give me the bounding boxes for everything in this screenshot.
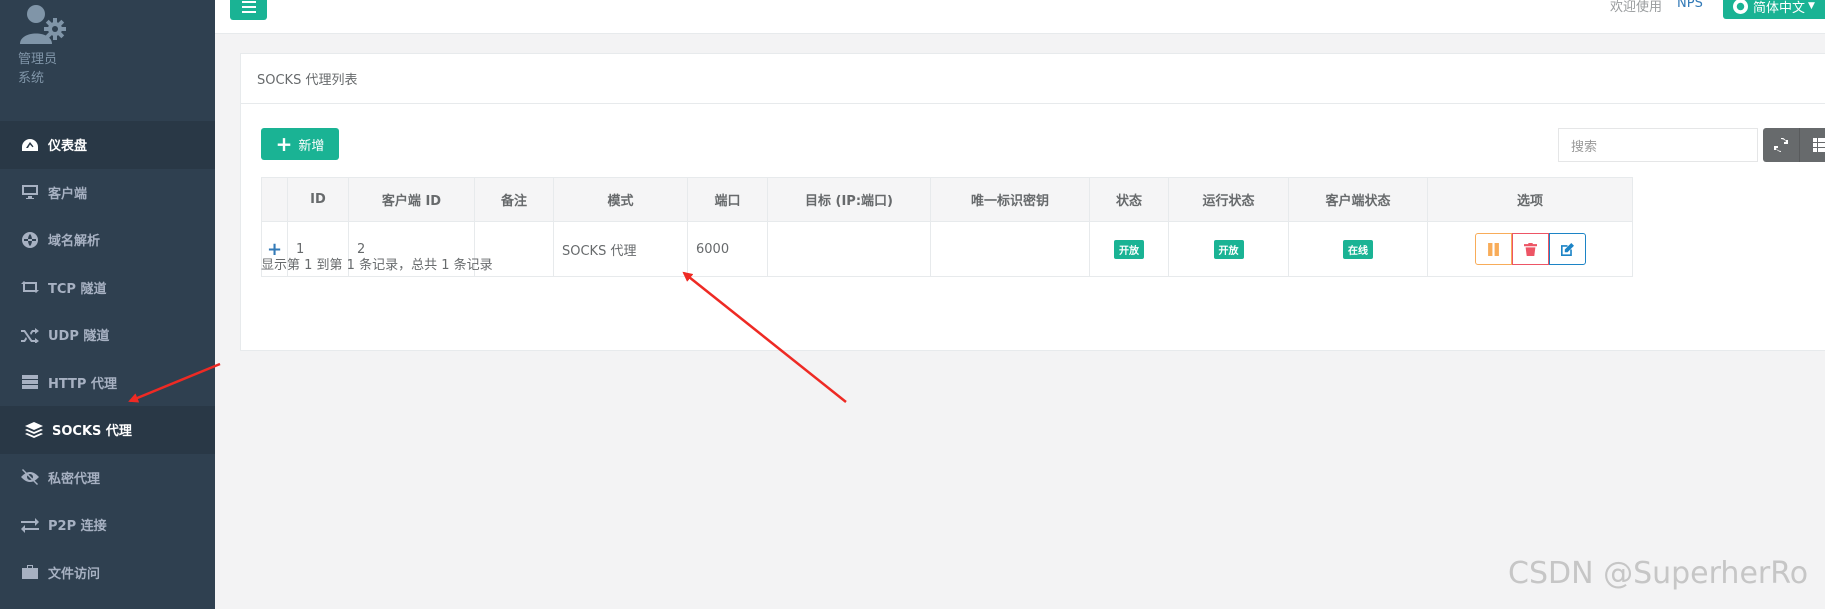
columns-toggle-button[interactable] <box>1799 128 1825 162</box>
sidebar-item-p2p[interactable]: P2P 连接 <box>0 501 215 549</box>
hamburger-icon <box>241 1 256 13</box>
cell-run-status: 开放 <box>1168 221 1289 277</box>
sidebar-item-http[interactable]: HTTP 代理 <box>0 359 215 407</box>
globe-icon <box>20 231 40 248</box>
sidebar-item-udp[interactable]: UDP 隧道 <box>0 311 215 359</box>
sidebar-item-file[interactable]: 文件访问 <box>0 549 215 597</box>
socks-list-panel: SOCKS 代理列表 + 新增 搜索 ID 客户端 ID 备注 模式 端口 目标… <box>240 53 1825 351</box>
menu-toggle-button[interactable] <box>230 0 267 20</box>
pause-icon <box>1487 242 1499 256</box>
sidebar-nav: 仪表盘 客户端 域名解析 TCP 隧道 UDP 隧道 HTTP 代理 SOCKS… <box>0 121 215 596</box>
briefcase-icon <box>20 564 40 580</box>
run-status-badge: 开放 <box>1213 239 1244 259</box>
language-dropdown[interactable]: 简体中文 ▼ <box>1723 0 1825 19</box>
plus-icon: + <box>275 132 293 156</box>
sidebar-item-label: SOCKS 代理 <box>52 424 132 440</box>
refresh-icon <box>1774 138 1788 152</box>
pagination-info: 显示第 1 到第 1 条记录，总共 1 条记录 <box>261 258 493 273</box>
random-icon <box>20 327 40 343</box>
user-profile: 管理员 系统 <box>18 2 70 88</box>
sidebar-item-private[interactable]: 私密代理 <box>0 454 215 502</box>
profile-system: 系统 <box>18 71 45 86</box>
watermark: CSDN @SuperherRo <box>1508 556 1809 591</box>
language-label: 简体中文 <box>1753 0 1806 16</box>
caret-down-icon: ▼ <box>1808 1 1815 11</box>
col-key[interactable]: 唯一标识密钥 <box>930 177 1090 222</box>
exchange-icon <box>20 517 40 533</box>
retweet-icon <box>20 279 40 295</box>
user-gear-icon <box>18 2 70 46</box>
col-expand <box>261 177 288 222</box>
dashboard-icon <box>20 137 40 153</box>
monitor-icon <box>20 184 40 200</box>
cell-mode: SOCKS 代理 <box>553 221 688 277</box>
delete-button[interactable] <box>1511 233 1549 265</box>
sidebar-item-dashboard[interactable]: 仪表盘 <box>0 121 215 169</box>
sidebar-item-tcp[interactable]: TCP 隧道 <box>0 264 215 312</box>
nps-link[interactable]: NPS <box>1677 0 1703 11</box>
welcome-text: 欢迎使用 <box>1610 0 1663 15</box>
sidebar-item-label: 域名解析 <box>48 234 101 250</box>
col-mode[interactable]: 模式 <box>553 177 688 222</box>
sidebar-item-label: 私密代理 <box>48 471 101 487</box>
trash-icon <box>1523 242 1537 256</box>
add-button[interactable]: + 新增 <box>261 128 339 160</box>
cell-client-status: 在线 <box>1288 221 1428 277</box>
sidebar-item-domain[interactable]: 域名解析 <box>0 216 215 264</box>
sidebar-item-label: P2P 连接 <box>48 519 107 535</box>
col-run-status[interactable]: 运行状态 <box>1168 177 1289 222</box>
status-badge: 开放 <box>1114 239 1144 259</box>
sidebar-item-socks[interactable]: SOCKS 代理 <box>0 406 215 454</box>
sidebar-item-label: 仪表盘 <box>48 139 88 155</box>
language-icon <box>1733 0 1748 14</box>
sidebar-item-clients[interactable]: 客户端 <box>0 169 215 217</box>
sidebar-item-label: 文件访问 <box>48 566 101 582</box>
cell-target <box>767 221 931 277</box>
edit-button[interactable] <box>1548 233 1586 265</box>
grid-icon <box>1812 138 1825 152</box>
sidebar-item-label: HTTP 代理 <box>48 376 117 392</box>
row-actions <box>1474 233 1586 265</box>
pause-button[interactable] <box>1474 233 1512 265</box>
panel-title: SOCKS 代理列表 <box>241 54 1825 104</box>
col-port[interactable]: 端口 <box>687 177 768 222</box>
server-icon <box>20 374 40 390</box>
search-input[interactable]: 搜索 <box>1558 128 1758 162</box>
eye-slash-icon <box>20 469 40 486</box>
edit-icon <box>1560 242 1574 256</box>
cell-key <box>930 221 1090 277</box>
refresh-button[interactable] <box>1763 128 1799 162</box>
col-status[interactable]: 状态 <box>1089 177 1169 222</box>
col-options: 选项 <box>1427 177 1633 222</box>
add-button-label: 新增 <box>298 138 325 154</box>
col-client-status[interactable]: 客户端状态 <box>1288 177 1428 222</box>
col-id[interactable]: ID <box>287 177 349 222</box>
table-header-row: ID 客户端 ID 备注 模式 端口 目标 (IP:端口) 唯一标识密钥 状态 … <box>261 177 1633 222</box>
sidebar-item-label: 客户端 <box>48 186 88 202</box>
col-client-id[interactable]: 客户端 ID <box>348 177 475 222</box>
cell-status: 开放 <box>1089 221 1169 277</box>
client-status-badge: 在线 <box>1343 239 1373 259</box>
cell-port: 6000 <box>687 221 768 277</box>
sidebar-item-label: UDP 隧道 <box>48 329 110 345</box>
layers-icon <box>24 421 44 438</box>
top-navbar: 欢迎使用 NPS 简体中文 ▼ <box>215 0 1825 34</box>
sidebar: 管理员 系统 仪表盘 客户端 域名解析 TCP 隧道 UDP 隧道 HTTP 代… <box>0 0 215 609</box>
col-target[interactable]: 目标 (IP:端口) <box>767 177 931 222</box>
col-remark[interactable]: 备注 <box>474 177 554 222</box>
profile-role: 管理员 <box>18 52 58 67</box>
cell-options <box>1427 221 1633 277</box>
sidebar-item-label: TCP 隧道 <box>48 281 107 297</box>
